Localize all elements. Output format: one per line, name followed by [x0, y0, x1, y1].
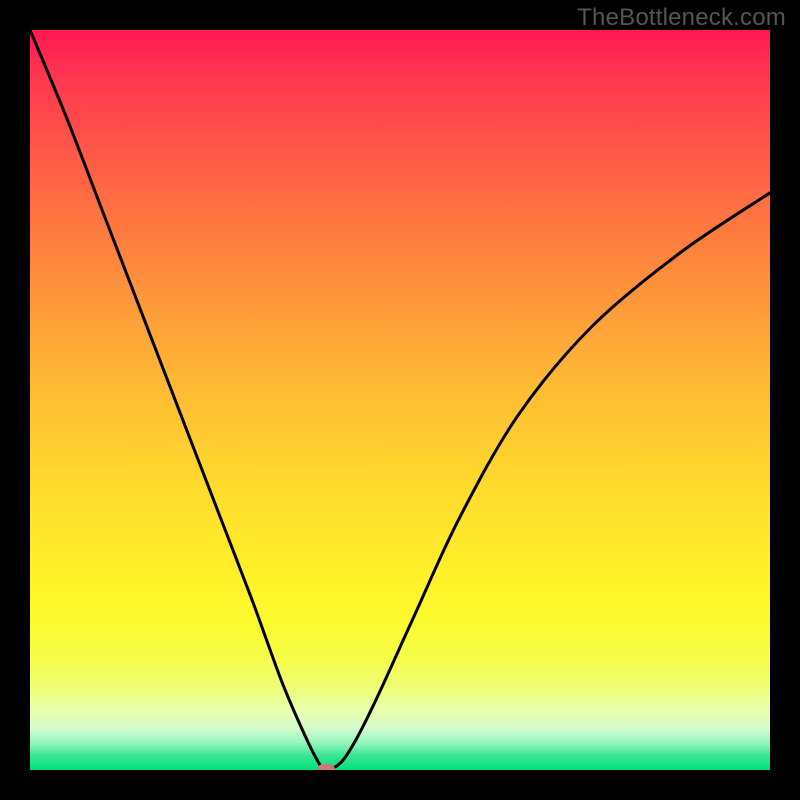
plot-area [30, 30, 770, 770]
optimum-marker [317, 764, 335, 770]
watermark-text: TheBottleneck.com [577, 4, 786, 32]
bottleneck-curve [30, 30, 770, 770]
chart-frame: TheBottleneck.com [0, 0, 800, 800]
